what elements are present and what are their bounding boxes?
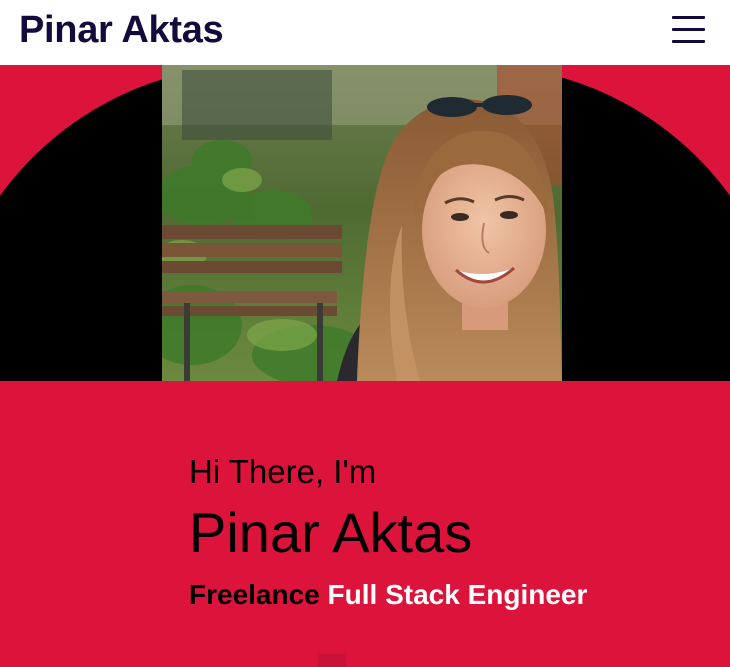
hero-name: Pinar Aktas xyxy=(189,501,473,564)
greeting-text: Hi There, I'm xyxy=(189,453,377,490)
site-brand[interactable]: Pinar Aktas xyxy=(19,8,224,52)
portrait-photo xyxy=(162,65,562,381)
menu-bar-top xyxy=(672,16,705,19)
navbar: Pinar Aktas xyxy=(0,0,730,65)
menu-bar-bottom xyxy=(672,40,705,43)
intro-block: Hi There, I'm Pinar Aktas Freelance Full… xyxy=(189,452,587,612)
portrait-illustration xyxy=(162,65,562,381)
hamburger-menu-icon[interactable] xyxy=(670,14,708,46)
hero-section: Hi There, I'm Pinar Aktas Freelance Full… xyxy=(0,65,730,667)
scroll-down-indicator[interactable] xyxy=(318,654,346,667)
role-prefix: Freelance xyxy=(189,579,320,610)
menu-bar-middle xyxy=(672,28,705,31)
role-highlight: Full Stack Engineer xyxy=(327,579,588,610)
role-line: Freelance Full Stack Engineer xyxy=(189,578,587,612)
